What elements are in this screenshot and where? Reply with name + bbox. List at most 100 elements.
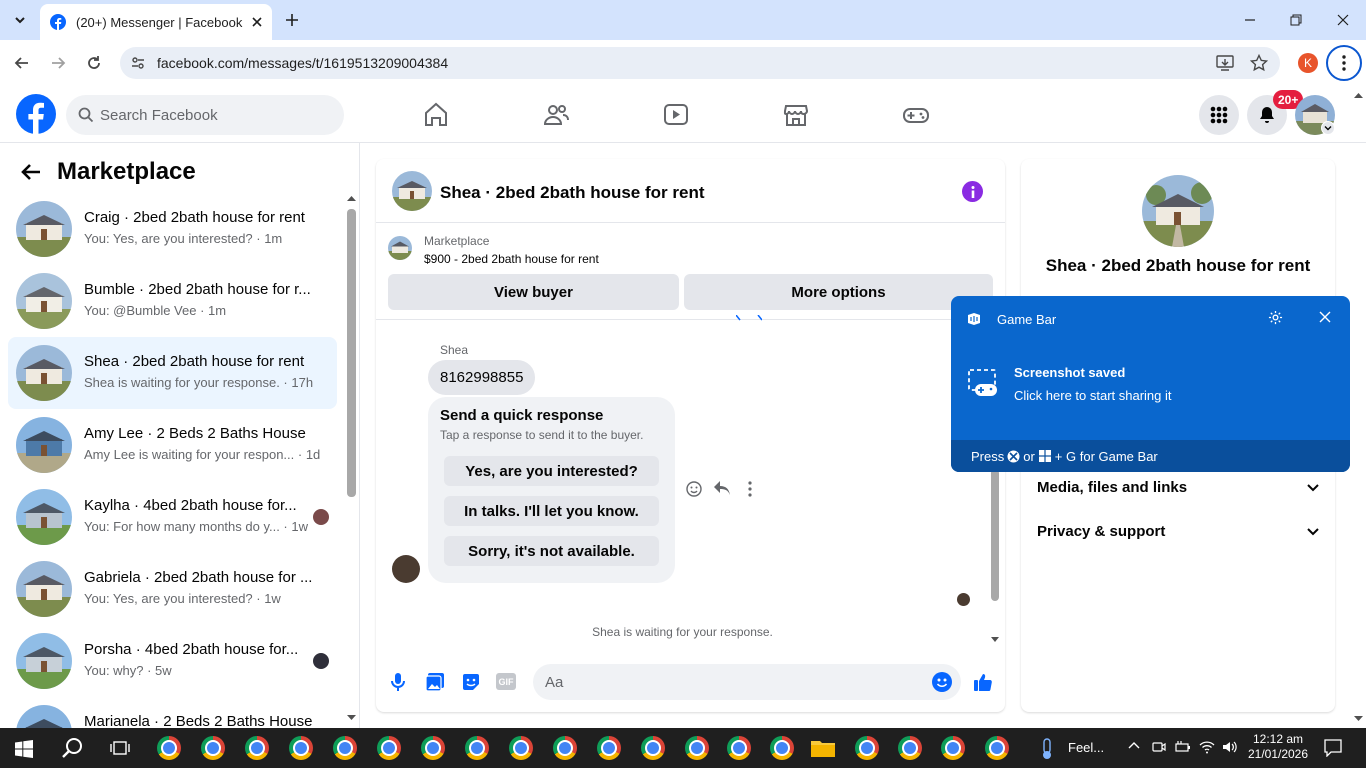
weather-text[interactable]: Feel...	[1068, 740, 1104, 755]
photo-attach-icon[interactable]	[425, 672, 445, 692]
taskbar-chrome-icon[interactable]	[770, 736, 794, 760]
info-icon[interactable]	[962, 181, 983, 202]
wifi-icon[interactable]	[1199, 740, 1215, 754]
new-tab-icon[interactable]	[280, 8, 304, 32]
home-icon[interactable]	[421, 100, 451, 130]
quick-response-yes-button[interactable]: Yes, are you interested?	[444, 456, 659, 486]
taskbar-chrome-icon[interactable]	[157, 736, 181, 760]
gaming-icon[interactable]	[901, 100, 931, 130]
like-thumbs-up-icon[interactable]	[973, 672, 993, 692]
meet-now-icon[interactable]	[1152, 740, 1166, 754]
emoji-picker-icon[interactable]	[932, 672, 952, 692]
menu-grid-icon[interactable]	[1199, 95, 1239, 135]
taskbar-chrome-icon[interactable]	[553, 736, 577, 760]
chat-list-item[interactable]: Gabriela · 2bed 2bath house for ... You: …	[8, 553, 337, 625]
chat-list-item[interactable]: Craig · 2bed 2bath house for rent You: Ye…	[8, 193, 337, 265]
media-files-links-row[interactable]: Media, files and links	[1037, 479, 1319, 496]
site-info-icon[interactable]	[130, 55, 146, 71]
listing-title[interactable]: $900 - 2bed 2bath house for rent	[424, 252, 599, 266]
taskbar-chrome-icon[interactable]	[333, 736, 357, 760]
sender-avatar[interactable]	[392, 555, 420, 583]
taskbar-chrome-icon[interactable]	[421, 736, 445, 760]
chat-list-item[interactable]: Bumble · 2bed 2bath house for r... You: @…	[8, 265, 337, 337]
taskbar-search-icon[interactable]	[61, 737, 83, 759]
back-icon[interactable]	[10, 51, 34, 75]
volume-icon[interactable]	[1222, 740, 1238, 754]
facebook-logo-icon[interactable]	[16, 94, 56, 134]
notification-center-icon[interactable]	[1324, 739, 1342, 757]
taskbar-chrome-active-icon[interactable]	[888, 728, 932, 768]
quick-response-in-talks-button[interactable]: In talks. I'll let you know.	[444, 496, 659, 526]
taskbar-chrome-icon[interactable]	[245, 736, 269, 760]
page-scroll-down-icon[interactable]	[1354, 716, 1363, 722]
taskbar-chrome-icon[interactable]	[685, 736, 709, 760]
taskbar-chrome-icon[interactable]	[855, 736, 879, 760]
conversation-scrollbar[interactable]	[991, 469, 999, 601]
video-icon[interactable]	[661, 100, 691, 130]
friends-icon[interactable]	[541, 100, 571, 130]
microphone-icon[interactable]	[390, 672, 406, 692]
window-close-icon[interactable]	[1331, 8, 1355, 32]
chat-list-item[interactable]: Kaylha · 4bed 2bath house for... You: For…	[8, 481, 337, 553]
chat-list-item[interactable]: Shea · 2bed 2bath house for rent Shea is …	[8, 337, 337, 409]
game-bar-notification[interactable]: Game Bar Screenshot saved Click here to …	[951, 296, 1350, 472]
start-sharing-text[interactable]: Click here to start sharing it	[1014, 388, 1172, 403]
conversation-avatar[interactable]	[392, 171, 432, 211]
taskbar-chrome-icon[interactable]	[985, 736, 1009, 760]
more-options-button[interactable]: More options	[684, 274, 993, 310]
forward-icon[interactable]	[46, 51, 70, 75]
battery-plug-icon[interactable]	[1175, 740, 1191, 754]
windows-start-icon[interactable]	[15, 740, 33, 758]
taskbar-chrome-icon[interactable]	[597, 736, 621, 760]
conversation-title[interactable]: Shea · 2bed 2bath house for rent	[440, 183, 705, 203]
marketplace-icon[interactable]	[781, 100, 811, 130]
bookmark-star-icon[interactable]	[1250, 54, 1268, 72]
listing-thumbnail[interactable]	[388, 236, 412, 260]
view-buyer-button[interactable]: View buyer	[388, 274, 679, 310]
scroll-up-icon[interactable]	[347, 195, 356, 201]
game-bar-settings-icon[interactable]	[1268, 310, 1283, 325]
taskbar-chrome-icon[interactable]	[509, 736, 533, 760]
chat-list-item[interactable]: Marianela · 2 Beds 2 Baths House	[8, 697, 337, 728]
taskbar-chrome-icon[interactable]	[289, 736, 313, 760]
quick-response-not-available-button[interactable]: Sorry, it's not available.	[444, 536, 659, 566]
file-explorer-icon[interactable]	[811, 739, 835, 763]
message-input[interactable]: Aa	[533, 664, 961, 700]
taskbar-chrome-icon[interactable]	[377, 736, 401, 760]
scroll-down-icon[interactable]	[347, 715, 356, 721]
tab-search-chevron-icon[interactable]	[8, 8, 32, 32]
react-emoji-icon[interactable]	[686, 481, 702, 497]
browser-tab-messenger[interactable]: (20+) Messenger | Facebook	[40, 4, 272, 40]
taskbar-chrome-icon[interactable]	[941, 736, 965, 760]
back-arrow-icon[interactable]	[20, 161, 42, 183]
chat-list-scrollbar[interactable]	[347, 209, 356, 497]
window-minimize-icon[interactable]	[1238, 8, 1262, 32]
weather-icon[interactable]	[1039, 738, 1055, 760]
taskbar-chrome-icon[interactable]	[727, 736, 751, 760]
taskbar-chrome-icon[interactable]	[641, 736, 665, 760]
page-scroll-up-icon[interactable]	[1354, 92, 1363, 98]
facebook-search-input[interactable]: Search Facebook	[66, 95, 344, 135]
conversation-scroll-down-icon[interactable]	[991, 637, 999, 643]
account-chevron-icon[interactable]	[1321, 121, 1335, 135]
taskbar-clock[interactable]: 12:12 am 21/01/2026	[1246, 732, 1310, 762]
message-bubble[interactable]: 8162998855	[428, 360, 536, 395]
tray-expand-icon[interactable]	[1128, 741, 1140, 749]
tab-close-icon[interactable]	[252, 17, 262, 27]
install-app-icon[interactable]	[1216, 55, 1234, 71]
game-bar-close-icon[interactable]	[1319, 311, 1331, 323]
reload-icon[interactable]	[82, 51, 106, 75]
chat-list-item[interactable]: Amy Lee · 2 Beds 2 Baths House Amy Lee is…	[8, 409, 337, 481]
gif-icon[interactable]: GIF	[496, 673, 516, 690]
address-bar[interactable]: facebook.com/messages/t/1619513209004384	[120, 47, 1280, 79]
window-restore-icon[interactable]	[1284, 8, 1308, 32]
taskbar-chrome-icon[interactable]	[465, 736, 489, 760]
profile-avatar[interactable]: K	[1298, 53, 1318, 73]
chat-list-item[interactable]: Porsha · 4bed 2bath house for... You: why…	[8, 625, 337, 697]
browser-menu-icon[interactable]	[1326, 45, 1362, 81]
task-view-icon[interactable]	[110, 739, 130, 757]
info-avatar[interactable]	[1142, 175, 1214, 247]
message-more-icon[interactable]	[748, 481, 752, 497]
sticker-icon[interactable]	[461, 672, 481, 692]
privacy-support-row[interactable]: Privacy & support	[1037, 523, 1319, 540]
